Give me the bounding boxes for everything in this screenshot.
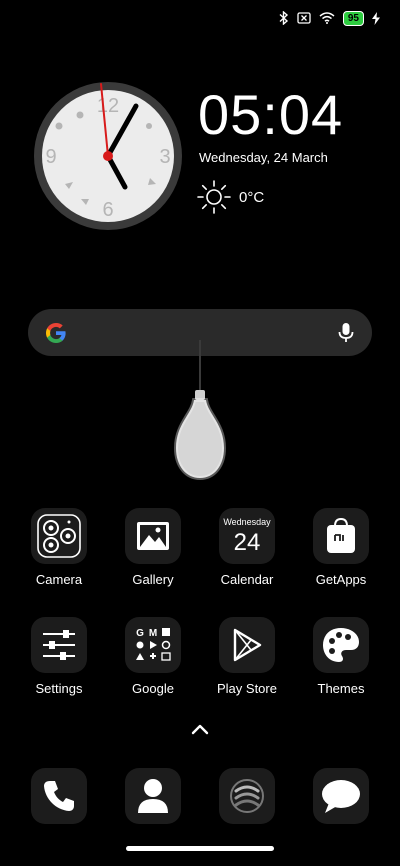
dock-phone[interactable] xyxy=(31,768,87,824)
app-label-themes: Themes xyxy=(317,681,365,696)
clock-numeral-12: 12 xyxy=(97,95,119,117)
weather-widget[interactable]: 0°C xyxy=(195,178,264,216)
app-drawer-button[interactable] xyxy=(190,722,210,741)
settings-sliders-icon xyxy=(31,617,87,673)
analog-clock-widget[interactable]: 12 3 6 9 xyxy=(32,80,184,232)
gallery-icon xyxy=(125,508,181,564)
contacts-icon xyxy=(138,779,168,813)
google-folder-icon: G M xyxy=(125,617,181,673)
app-getapps[interactable]: GetApps xyxy=(303,508,379,587)
app-label-getapps: GetApps xyxy=(315,572,367,587)
app-label-calendar: Calendar xyxy=(220,572,274,587)
battery-indicator: 95 xyxy=(342,10,364,26)
chevron-up-icon xyxy=(191,724,209,735)
status-bar: 95 xyxy=(279,8,380,28)
phone-icon xyxy=(44,781,74,811)
clock-numeral-3: 3 xyxy=(159,146,170,168)
clock-numeral-6: 6 xyxy=(102,199,113,221)
app-label-play-store: Play Store xyxy=(217,681,277,696)
dock-messages[interactable] xyxy=(313,768,369,824)
app-themes[interactable]: Themes xyxy=(303,617,379,696)
browser-icon xyxy=(230,779,264,813)
messages-icon xyxy=(322,780,360,813)
microphone-icon[interactable] xyxy=(336,322,356,344)
calendar-day-number: 24 xyxy=(233,528,261,556)
camera-icon xyxy=(31,508,87,564)
getapps-bag-icon xyxy=(313,508,369,564)
app-settings[interactable]: Settings xyxy=(21,617,97,696)
lamp-decoration xyxy=(168,340,232,490)
calendar-weekday: Wednesday xyxy=(223,516,271,527)
no-sim-icon xyxy=(297,12,311,24)
app-label-gallery: Gallery xyxy=(132,572,174,587)
palette-icon xyxy=(313,617,369,673)
app-play-store[interactable]: Play Store xyxy=(209,617,285,696)
bluetooth-icon xyxy=(279,11,288,25)
widget-date: Wednesday, 24 March xyxy=(199,150,328,165)
dock-contacts[interactable] xyxy=(125,768,181,824)
wifi-icon xyxy=(319,12,335,24)
widget-time[interactable]: 05:04 xyxy=(198,82,343,147)
app-label-camera: Camera xyxy=(35,572,83,587)
dock-browser[interactable] xyxy=(219,768,275,824)
weather-temperature: 0°C xyxy=(239,188,265,206)
charging-icon xyxy=(372,11,380,25)
app-label-google: Google xyxy=(132,681,174,696)
home-indicator[interactable] xyxy=(126,846,274,851)
app-calendar[interactable]: Wednesday 24 Calendar xyxy=(209,508,285,587)
calendar-icon: Wednesday 24 xyxy=(219,508,275,564)
svg-text:M: M xyxy=(149,628,157,639)
sun-icon xyxy=(197,180,231,214)
app-label-settings: Settings xyxy=(35,681,83,696)
svg-text:G: G xyxy=(136,628,144,639)
app-google[interactable]: G M Google xyxy=(115,617,191,696)
clock-numeral-9: 9 xyxy=(45,146,56,168)
play-store-icon xyxy=(219,617,275,673)
app-camera[interactable]: Camera xyxy=(21,508,97,587)
google-g-icon xyxy=(46,322,66,343)
app-gallery[interactable]: Gallery xyxy=(115,508,191,587)
